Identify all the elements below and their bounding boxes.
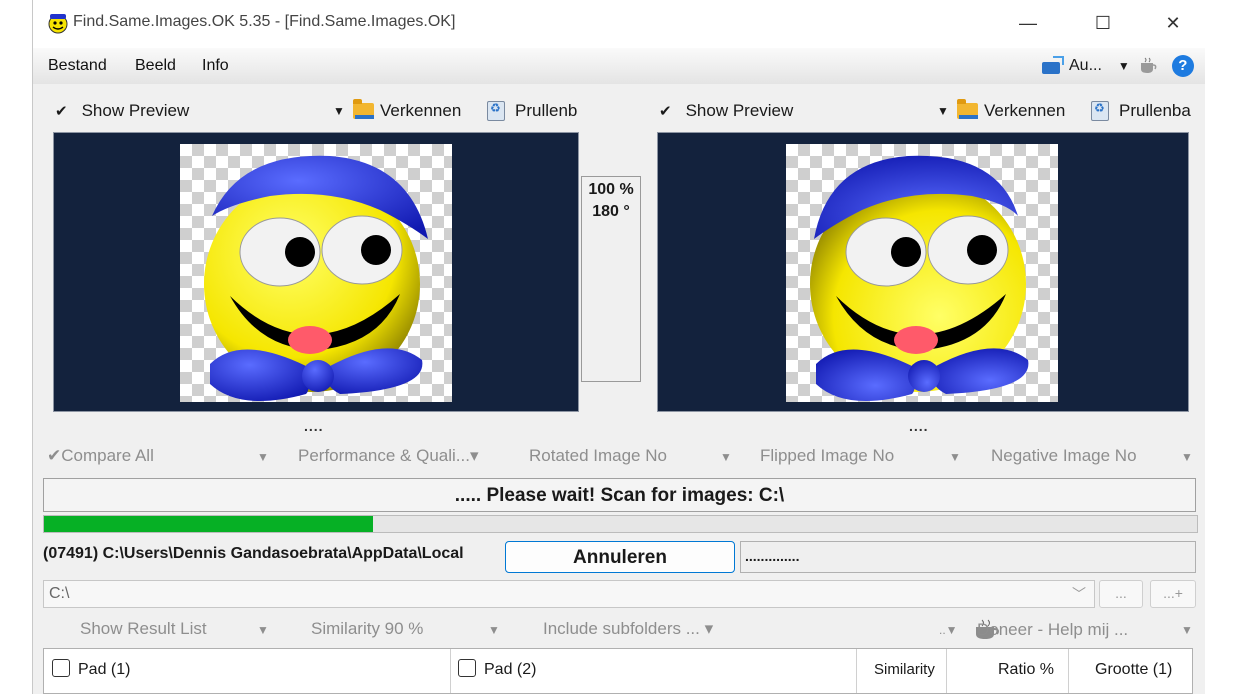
dropdown-arrow-icon[interactable]: ▼ — [1181, 623, 1193, 637]
checkbox[interactable] — [52, 659, 70, 678]
dropdown-arrow-icon[interactable]: ▼ — [333, 104, 345, 118]
smiley-image-rotated — [810, 155, 1029, 402]
right-splitter-dots[interactable]: .... — [909, 418, 929, 434]
compare-options-row: ✔ Compare All ▼ Performance & Quali...▾ … — [47, 446, 1197, 472]
status-message: ..... Please wait! Scan for images: C:\ — [43, 478, 1196, 512]
compare-info-panel: 100 % 180 ° — [581, 176, 641, 382]
dropdown-arrow-icon[interactable]: ..▼ — [939, 623, 958, 637]
negative-image-option[interactable]: Negative Image No — [991, 446, 1137, 466]
help-icon[interactable]: ? — [1171, 55, 1194, 77]
browse-folder-button[interactable]: ... — [1099, 580, 1143, 608]
add-folder-button[interactable]: ...+ — [1150, 580, 1196, 608]
dropdown-arrow-icon[interactable]: ▼ — [949, 450, 961, 464]
menu-beeld[interactable]: Beeld — [135, 57, 176, 75]
column-size[interactable]: Grootte (1) — [1095, 649, 1172, 693]
smiley-image — [204, 155, 428, 402]
similarity-option[interactable]: Similarity 90 % — [311, 619, 423, 639]
right-recycle-button[interactable]: Prullenba — [1091, 101, 1191, 121]
recycle-bin-icon — [1091, 101, 1109, 121]
current-scan-path: (07491) C:\Users\Dennis Gandasoebrata\Ap… — [43, 545, 464, 562]
left-explore-button[interactable]: Verkennen — [353, 99, 462, 121]
dropdown-arrow-icon[interactable]: ▼ — [937, 104, 949, 118]
auto-dropdown[interactable]: Au... ▼ ? — [1041, 54, 1194, 78]
auto-label: Au... — [1069, 57, 1102, 74]
right-show-preview[interactable]: Show Preview — [686, 101, 794, 121]
dropdown-arrow-icon[interactable]: ▼ — [257, 623, 269, 637]
folder-path-value: C:\ — [49, 585, 70, 602]
checkmark-icon: ✔ — [55, 103, 68, 120]
right-preview-toolbar: ✔ Show Preview ▼ Verkennen Prullenba — [659, 97, 1194, 125]
explore-label: Verkennen — [380, 101, 462, 120]
preview-image-right — [786, 144, 1058, 402]
scan-progress-bar — [43, 515, 1198, 533]
folder-icon — [353, 99, 374, 119]
column-divider — [856, 649, 857, 693]
column-label: Pad (1) — [78, 661, 131, 678]
rotated-image-option[interactable]: Rotated Image No — [529, 446, 667, 466]
right-image-preview[interactable] — [657, 132, 1189, 412]
title-bar: Find.Same.Images.OK 5.35 - [Find.Same.Im… — [33, 0, 1205, 48]
menu-bar: Bestand Beeld Info Au... ▼ ? — [33, 48, 1205, 84]
dropdown-arrow-icon[interactable]: ▼ — [720, 450, 732, 464]
left-show-preview[interactable]: Show Preview — [82, 101, 190, 121]
minimize-icon: — — [1019, 12, 1037, 33]
column-similarity[interactable]: Similarity — [874, 649, 935, 693]
coffee-icon — [1140, 57, 1157, 73]
maximize-icon: ☐ — [1094, 12, 1112, 33]
recycle-label: Prullenb — [515, 101, 578, 120]
recycle-bin-icon — [487, 101, 505, 121]
column-ratio[interactable]: Ratio % — [998, 649, 1054, 693]
cancel-button[interactable]: Annuleren — [505, 541, 735, 573]
maximize-button[interactable]: ☐ — [1068, 0, 1138, 46]
dropdown-arrow-icon[interactable]: ▼ — [257, 450, 269, 464]
folder-path-combo[interactable]: C:\ ﹀ — [43, 580, 1095, 608]
update-icon — [1042, 56, 1064, 74]
window-title: Find.Same.Images.OK 5.35 - [Find.Same.Im… — [73, 13, 456, 30]
dropdown-arrow-icon[interactable]: ▼ — [488, 623, 500, 637]
close-icon: ✕ — [1165, 12, 1181, 33]
left-image-preview[interactable] — [53, 132, 579, 412]
flipped-image-option[interactable]: Flipped Image No — [760, 446, 894, 466]
right-explore-button[interactable]: Verkennen — [957, 99, 1066, 121]
compare-all-label: Compare All — [61, 446, 154, 465]
rotation-value: 180 ° — [592, 203, 630, 220]
folder-icon — [957, 99, 978, 119]
preview-image-left — [180, 144, 452, 402]
donate-label: Doneer - Help mij ... — [977, 620, 1129, 639]
column-divider — [1068, 649, 1069, 693]
left-splitter-dots[interactable]: .... — [304, 418, 324, 434]
column-label: Pad (2) — [484, 661, 537, 678]
app-window: Find.Same.Images.OK 5.35 - [Find.Same.Im… — [32, 0, 1205, 694]
zoom-value: 100 % — [588, 181, 634, 198]
menu-info[interactable]: Info — [202, 57, 229, 75]
minimize-button[interactable]: — — [993, 0, 1063, 46]
column-divider — [946, 649, 947, 693]
left-recycle-button[interactable]: Prullenb — [487, 101, 577, 121]
progress-fill — [44, 516, 373, 532]
menu-bestand[interactable]: Bestand — [48, 57, 107, 75]
result-options-row: Show Result List ▼ Similarity 90 % ▼ Inc… — [47, 619, 1197, 645]
app-smiley-icon — [48, 14, 68, 34]
close-button[interactable]: ✕ — [1138, 0, 1208, 46]
performance-dropdown[interactable]: Performance & Quali...▾ — [298, 446, 479, 466]
column-divider — [450, 649, 451, 693]
result-table-header: Pad (1) Pad (2) Similarity Ratio % Groot… — [43, 648, 1193, 694]
column-pad2[interactable]: Pad (2) — [458, 649, 536, 693]
left-preview-toolbar: ✔ Show Preview ▼ Verkennen Prullenb — [55, 97, 595, 125]
dropdown-arrow-icon: ▼ — [1117, 59, 1130, 73]
explore-label: Verkennen — [984, 101, 1066, 120]
chevron-down-icon[interactable]: ﹀ — [1072, 581, 1086, 607]
dropdown-arrow-icon[interactable]: ▼ — [1181, 450, 1193, 464]
recycle-label: Prullenba — [1119, 101, 1191, 120]
donate-button[interactable]: Doneer - Help mij ... — [973, 619, 1128, 641]
checkbox[interactable] — [458, 659, 476, 678]
checkmark-icon: ✔ — [659, 103, 672, 120]
column-pad1[interactable]: Pad (1) — [52, 649, 130, 693]
status-dots-field: .............. — [740, 541, 1196, 573]
show-result-list-option[interactable]: Show Result List — [80, 619, 207, 639]
include-subfolders-option[interactable]: Include subfolders ... ▾ — [543, 619, 713, 639]
compare-all-toggle[interactable]: ✔ Compare All — [47, 446, 154, 466]
